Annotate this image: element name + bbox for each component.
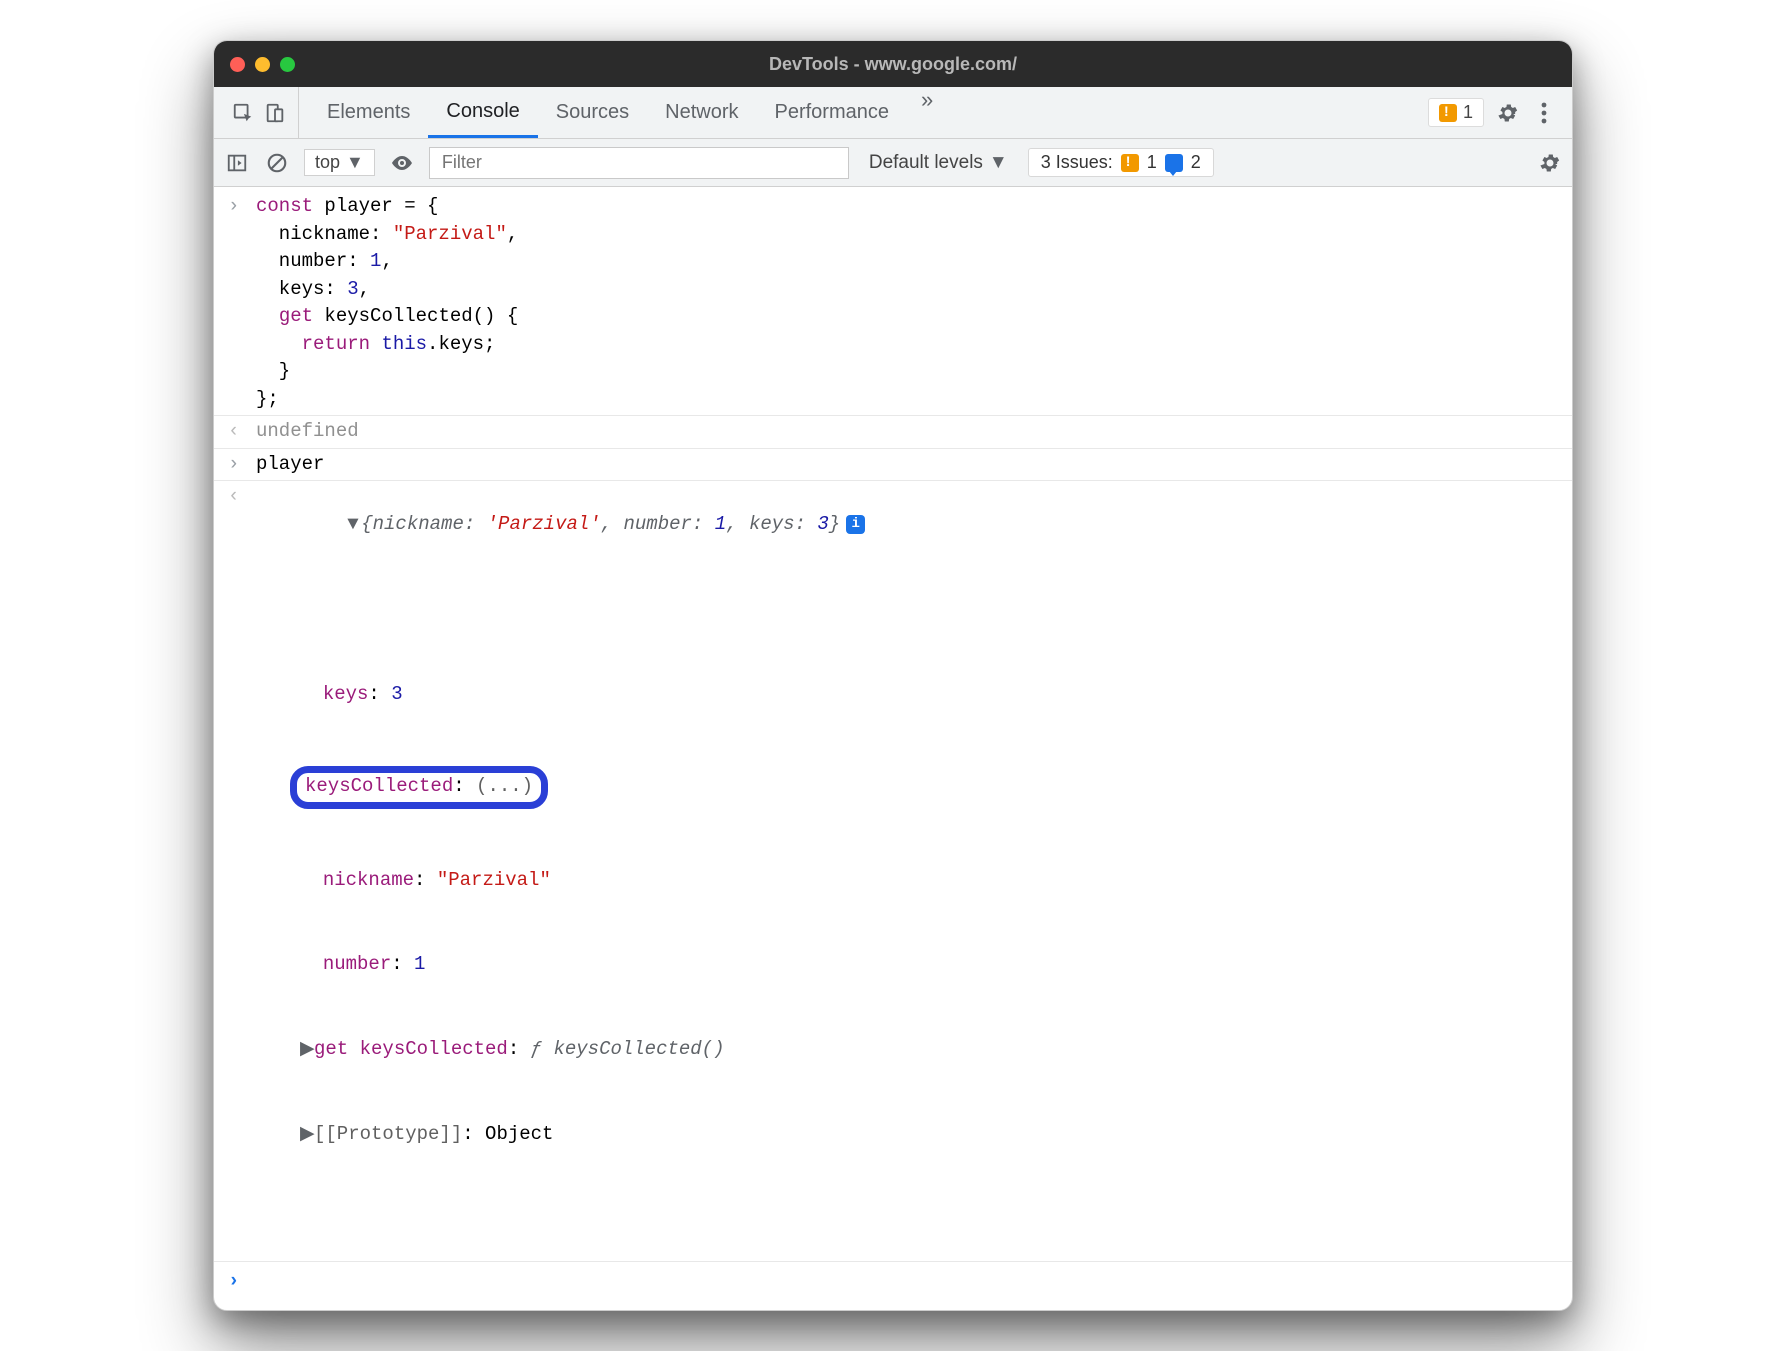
prompt-caret-icon: › (228, 1268, 256, 1296)
tree-row[interactable]: ▶[[Prototype]]: Object (300, 1120, 1558, 1150)
context-selector[interactable]: top ▼ (304, 149, 375, 176)
panel-tabs: Elements Console Sources Network Perform… (299, 87, 947, 138)
tab-sources[interactable]: Sources (538, 87, 647, 138)
info-badge-icon[interactable]: i (846, 515, 865, 534)
window-title: DevTools - www.google.com/ (214, 54, 1572, 75)
code-block: const player = { nickname: "Parzival", n… (256, 193, 1558, 413)
tab-console[interactable]: Console (428, 87, 537, 138)
dropdown-caret-icon: ▼ (346, 152, 364, 173)
input-caret-icon: › (228, 451, 256, 479)
close-window-button[interactable] (230, 57, 245, 72)
traffic-lights (230, 57, 295, 72)
window-titlebar: DevTools - www.google.com/ (214, 41, 1572, 87)
dropdown-caret-icon: ▼ (989, 152, 1008, 174)
tree-row-highlighted[interactable]: keysCollected: (...) (300, 765, 1558, 811)
object-summary-row[interactable]: ▼{nickname: 'Parzival', number: 1, keys:… (256, 483, 1558, 566)
minimize-window-button[interactable] (255, 57, 270, 72)
disclosure-triangle-icon[interactable]: ▶ (300, 1121, 314, 1149)
warning-count: 1 (1463, 102, 1473, 123)
filter-input[interactable] (429, 147, 849, 179)
tab-network[interactable]: Network (647, 87, 756, 138)
warning-icon (1439, 104, 1457, 122)
toggle-sidebar-icon[interactable] (224, 150, 250, 176)
tabstrip: Elements Console Sources Network Perform… (214, 87, 1572, 139)
tree-row[interactable]: number: 1 (300, 950, 1558, 980)
inspect-element-icon[interactable] (230, 100, 256, 126)
object-tree: keys: 3 keysCollected: (...) nickname: "… (214, 568, 1572, 1261)
console-settings-icon[interactable] (1538, 151, 1562, 175)
issues-warn-count: 1 (1147, 152, 1157, 173)
devtools-window: DevTools - www.google.com/ Elements Cons… (213, 40, 1573, 1311)
console-toolbar: top ▼ Default levels ▼ 3 Issues: 1 2 (214, 139, 1572, 187)
issues-counter[interactable]: 3 Issues: 1 2 (1028, 148, 1214, 177)
clear-console-icon[interactable] (264, 150, 290, 176)
output-caret-icon: ‹ (228, 418, 256, 446)
console-input-entry: › const player = { nickname: "Parzival",… (214, 191, 1572, 415)
tree-row[interactable]: ▶get keysCollected: ƒ keysCollected() (300, 1035, 1558, 1065)
console-prompt[interactable]: › (214, 1261, 1572, 1310)
warning-icon (1121, 154, 1139, 172)
issues-info-count: 2 (1191, 152, 1201, 173)
tab-performance[interactable]: Performance (757, 87, 908, 138)
tree-row[interactable]: nickname: "Parzival" (300, 866, 1558, 896)
console-input-entry: › player (214, 448, 1572, 481)
input-caret-icon: › (228, 193, 256, 413)
warning-counter[interactable]: 1 (1428, 98, 1484, 127)
zoom-window-button[interactable] (280, 57, 295, 72)
eval-expression: player (256, 451, 1558, 479)
tab-elements[interactable]: Elements (309, 87, 428, 138)
console-output-entry: ‹ ▼{nickname: 'Parzival', number: 1, key… (214, 480, 1572, 568)
disclosure-triangle-icon[interactable]: ▶ (300, 1036, 314, 1064)
console-body: › const player = { nickname: "Parzival",… (214, 187, 1572, 1310)
kebab-menu-icon[interactable] (1532, 101, 1556, 125)
disclosure-triangle-icon[interactable]: ▼ (347, 511, 361, 539)
device-toolbar-icon[interactable] (262, 100, 288, 126)
context-label: top (315, 152, 340, 173)
more-tabs-button[interactable]: » (907, 87, 947, 138)
issues-label: 3 Issues: (1041, 152, 1113, 173)
log-level-label: Default levels (869, 152, 983, 174)
info-icon (1165, 154, 1183, 172)
settings-icon[interactable] (1496, 101, 1520, 125)
output-caret-icon: ‹ (228, 483, 256, 566)
console-output-entry: ‹ undefined (214, 415, 1572, 448)
live-expression-icon[interactable] (389, 150, 415, 176)
undefined-result: undefined (256, 418, 1558, 446)
tree-row[interactable]: keys: 3 (300, 680, 1558, 710)
log-level-selector[interactable]: Default levels ▼ (863, 152, 1014, 174)
